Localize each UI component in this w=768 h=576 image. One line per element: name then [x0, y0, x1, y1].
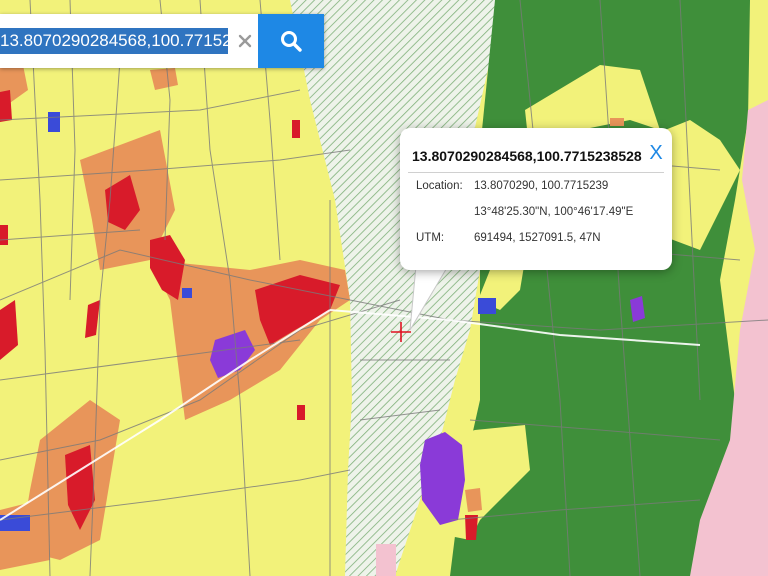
search-bar: 13.8070290284568,100.7715238528: [0, 14, 324, 68]
location-dms: 13°48'25.30"N, 100°46'17.49"E: [474, 206, 634, 218]
high-density-zone: [297, 405, 305, 420]
high-density-zone: [0, 90, 12, 122]
location-popup: 13.8070290284568,100.7715238528 X Locati…: [400, 128, 672, 270]
search-icon: [281, 31, 302, 52]
commercial-zone: [465, 488, 482, 512]
search-input[interactable]: 13.8070290284568,100.7715238528: [0, 28, 228, 54]
high-density-zone: [0, 225, 8, 245]
high-density-zone: [292, 120, 300, 138]
commercial-zone: [610, 118, 624, 126]
water-zone: [182, 288, 192, 298]
clear-search-button[interactable]: [232, 26, 258, 56]
popup-divider: [408, 172, 664, 173]
location-decimal: 13.8070290, 100.7715239: [474, 180, 609, 192]
water-zone: [48, 112, 60, 132]
water-zone: [478, 298, 496, 314]
search-button[interactable]: [258, 14, 324, 68]
popup-close-button[interactable]: X: [646, 142, 666, 164]
special-zone: [376, 544, 396, 576]
popup-title: 13.8070290284568,100.7715238528: [412, 148, 642, 164]
land-use-map[interactable]: [0, 0, 768, 576]
crosshair-marker-icon[interactable]: [389, 320, 413, 344]
utm-label: UTM:: [416, 232, 445, 244]
location-label: Location:: [416, 180, 463, 192]
utm-value: 691494, 1527091.5, 47N: [474, 232, 601, 244]
close-icon: [238, 34, 252, 48]
